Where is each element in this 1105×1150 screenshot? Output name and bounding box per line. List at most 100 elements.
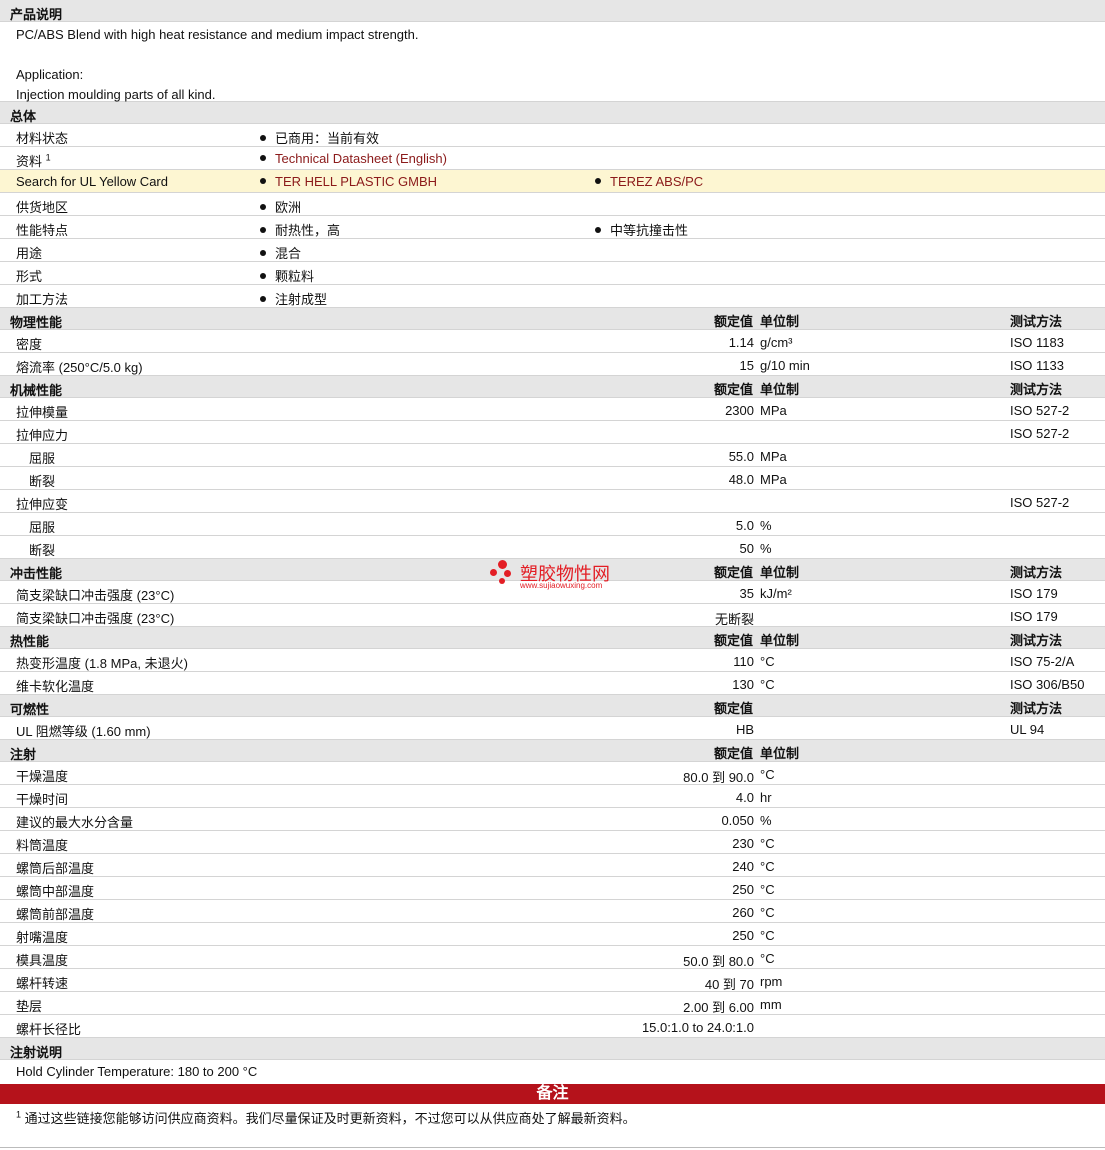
- row-unit: °C: [760, 951, 775, 966]
- row-value: 1.14: [728, 335, 754, 350]
- row-test-method: ISO 527-2: [1010, 403, 1070, 418]
- row-unit: °C: [760, 928, 775, 943]
- row-label: 干燥温度: [16, 769, 69, 784]
- row-label: 热变形温度 (1.8 MPa, 未退火): [16, 656, 188, 671]
- row-value: 0.050: [721, 813, 754, 828]
- property-row: 模具温度 50.0 到 80.0 °C: [0, 946, 1105, 969]
- row-test-method: ISO 179: [1010, 609, 1058, 624]
- property-row: 螺筒中部温度 250 °C: [0, 877, 1105, 900]
- row-label: 熔流率 (250°C/5.0 kg): [16, 360, 143, 375]
- row-label: 性能特点: [16, 223, 69, 238]
- row-value: 230: [732, 836, 754, 851]
- unit-header: 单位制: [760, 746, 800, 761]
- property-row: 拉伸应变 ISO 527-2: [0, 490, 1105, 513]
- row-label: 简支梁缺口冲击强度 (23°C): [16, 588, 175, 603]
- row-unit: MPa: [760, 403, 787, 418]
- test-method-header: 测试方法: [1010, 314, 1063, 329]
- row-value: 240: [732, 859, 754, 874]
- row-value: 混合: [275, 246, 302, 261]
- row-value: 50: [739, 541, 754, 556]
- property-row: 射嘴温度 250 °C: [0, 923, 1105, 946]
- row-value: 2300: [725, 403, 754, 418]
- general-row-form: 形式 颗粒料: [0, 262, 1105, 285]
- row-label: 拉伸应变: [16, 497, 69, 512]
- property-row: 螺筒前部温度 260 °C: [0, 900, 1105, 923]
- property-row: 干燥时间 4.0 hr: [0, 785, 1105, 808]
- bullet-icon: [260, 178, 266, 184]
- injection-notes-row: Hold Cylinder Temperature: 180 to 200 °C: [0, 1060, 1105, 1083]
- row-label: 资料: [16, 154, 43, 169]
- row-value: 250: [732, 882, 754, 897]
- property-row: UL 阻燃等级 (1.60 mm) HB UL 94: [0, 717, 1105, 740]
- general-row-ul-yellow-card: Search for UL Yellow Card TER HELL PLAST…: [0, 170, 1105, 193]
- section-title: 物理性能: [10, 315, 63, 330]
- section-title: 可燃性: [10, 702, 50, 717]
- row-unit: °C: [760, 859, 775, 874]
- row-unit: MPa: [760, 472, 787, 487]
- row-label: 屈服: [29, 451, 56, 466]
- footnote-marker: 1: [16, 1109, 22, 1120]
- description-text: PC/ABS Blend with high heat resistance a…: [16, 27, 419, 42]
- section-header-general: 总体: [0, 102, 1105, 124]
- row-test-method: ISO 306/B50: [1010, 677, 1085, 692]
- row-unit: %: [760, 518, 772, 533]
- product-link[interactable]: TEREZ ABS/PC: [610, 174, 703, 189]
- row-value: 15.0:1.0 to 24.0:1.0: [641, 1020, 754, 1035]
- section-header-injection: 注射 额定值 单位制: [0, 740, 1105, 762]
- datasheet: 产品说明 PC/ABS Blend with high heat resista…: [0, 0, 1105, 1148]
- row-unit: °C: [760, 677, 775, 692]
- supplier-link[interactable]: TER HELL PLASTIC GMBH: [275, 174, 437, 189]
- row-label: 密度: [16, 337, 43, 352]
- row-label: 螺筒前部温度: [16, 907, 95, 922]
- unit-header: 单位制: [760, 314, 800, 329]
- property-row: 螺杆转速 40 到 70 rpm: [0, 969, 1105, 992]
- section-header-injection-notes: 注射说明: [0, 1038, 1105, 1060]
- general-row-source: 资料 1 Technical Datasheet (English): [0, 147, 1105, 170]
- nominal-header: 额定值: [713, 314, 753, 329]
- nominal-header: 额定值: [713, 746, 753, 761]
- row-value: 注射成型: [275, 292, 328, 307]
- technical-datasheet-link[interactable]: Technical Datasheet (English): [275, 151, 447, 166]
- row-unit: %: [760, 813, 772, 828]
- property-row: 垫层 2.00 到 6.00 mm: [0, 992, 1105, 1015]
- row-value: 50.0 到 80.0: [683, 954, 754, 969]
- property-row: 密度 1.14 g/cm³ ISO 1183: [0, 330, 1105, 353]
- row-label: Search for UL Yellow Card: [16, 174, 168, 189]
- row-label: 垫层: [16, 999, 43, 1014]
- row-label: 螺筒后部温度: [16, 861, 95, 876]
- row-unit: °C: [760, 836, 775, 851]
- watermark-url: www.sujiaowuxing.com: [520, 581, 603, 590]
- test-method-header: 测试方法: [1010, 565, 1063, 580]
- unit-header: 单位制: [760, 565, 800, 580]
- row-value: 已商用：当前有效: [275, 131, 380, 146]
- section-title: 注射说明: [10, 1045, 63, 1060]
- bullet-icon: [260, 296, 266, 302]
- logo-dot-icon: [504, 570, 511, 577]
- property-row: 熔流率 (250°C/5.0 kg) 15 g/10 min ISO 1133: [0, 353, 1105, 376]
- property-row: 螺杆长径比 15.0:1.0 to 24.0:1.0: [0, 1015, 1105, 1038]
- row-label: 料筒温度: [16, 838, 69, 853]
- logo-dot-icon: [498, 560, 507, 569]
- row-label: 材料状态: [16, 131, 69, 146]
- row-value: 颗粒料: [275, 269, 315, 284]
- row-test-method: UL 94: [1010, 722, 1045, 737]
- property-row: 拉伸模量 2300 MPa ISO 527-2: [0, 398, 1105, 421]
- row-value: 55.0: [728, 449, 754, 464]
- row-label: 断裂: [29, 474, 56, 489]
- row-unit: hr: [760, 790, 772, 805]
- row-unit: %: [760, 541, 772, 556]
- property-row: 热变形温度 (1.8 MPa, 未退火) 110 °C ISO 75-2/A: [0, 649, 1105, 672]
- row-label: 拉伸模量: [16, 405, 69, 420]
- property-subrow: 断裂 50 %: [0, 536, 1105, 559]
- row-test-method: ISO 75-2/A: [1010, 654, 1075, 669]
- row-label: 拉伸应力: [16, 428, 69, 443]
- row-unit: °C: [760, 882, 775, 897]
- row-test-method: ISO 1133: [1010, 358, 1064, 373]
- row-value: 130: [732, 677, 754, 692]
- row-unit: °C: [760, 654, 775, 669]
- footnote-text: 通过这些链接您能够访问供应商资料。我们尽量保证及时更新资料，不过您可以从供应商处…: [24, 1111, 636, 1126]
- row-unit: MPa: [760, 449, 787, 464]
- row-unit: rpm: [760, 974, 783, 989]
- row-label: 干燥时间: [16, 792, 69, 807]
- row-label: 建议的最大水分含量: [16, 815, 134, 830]
